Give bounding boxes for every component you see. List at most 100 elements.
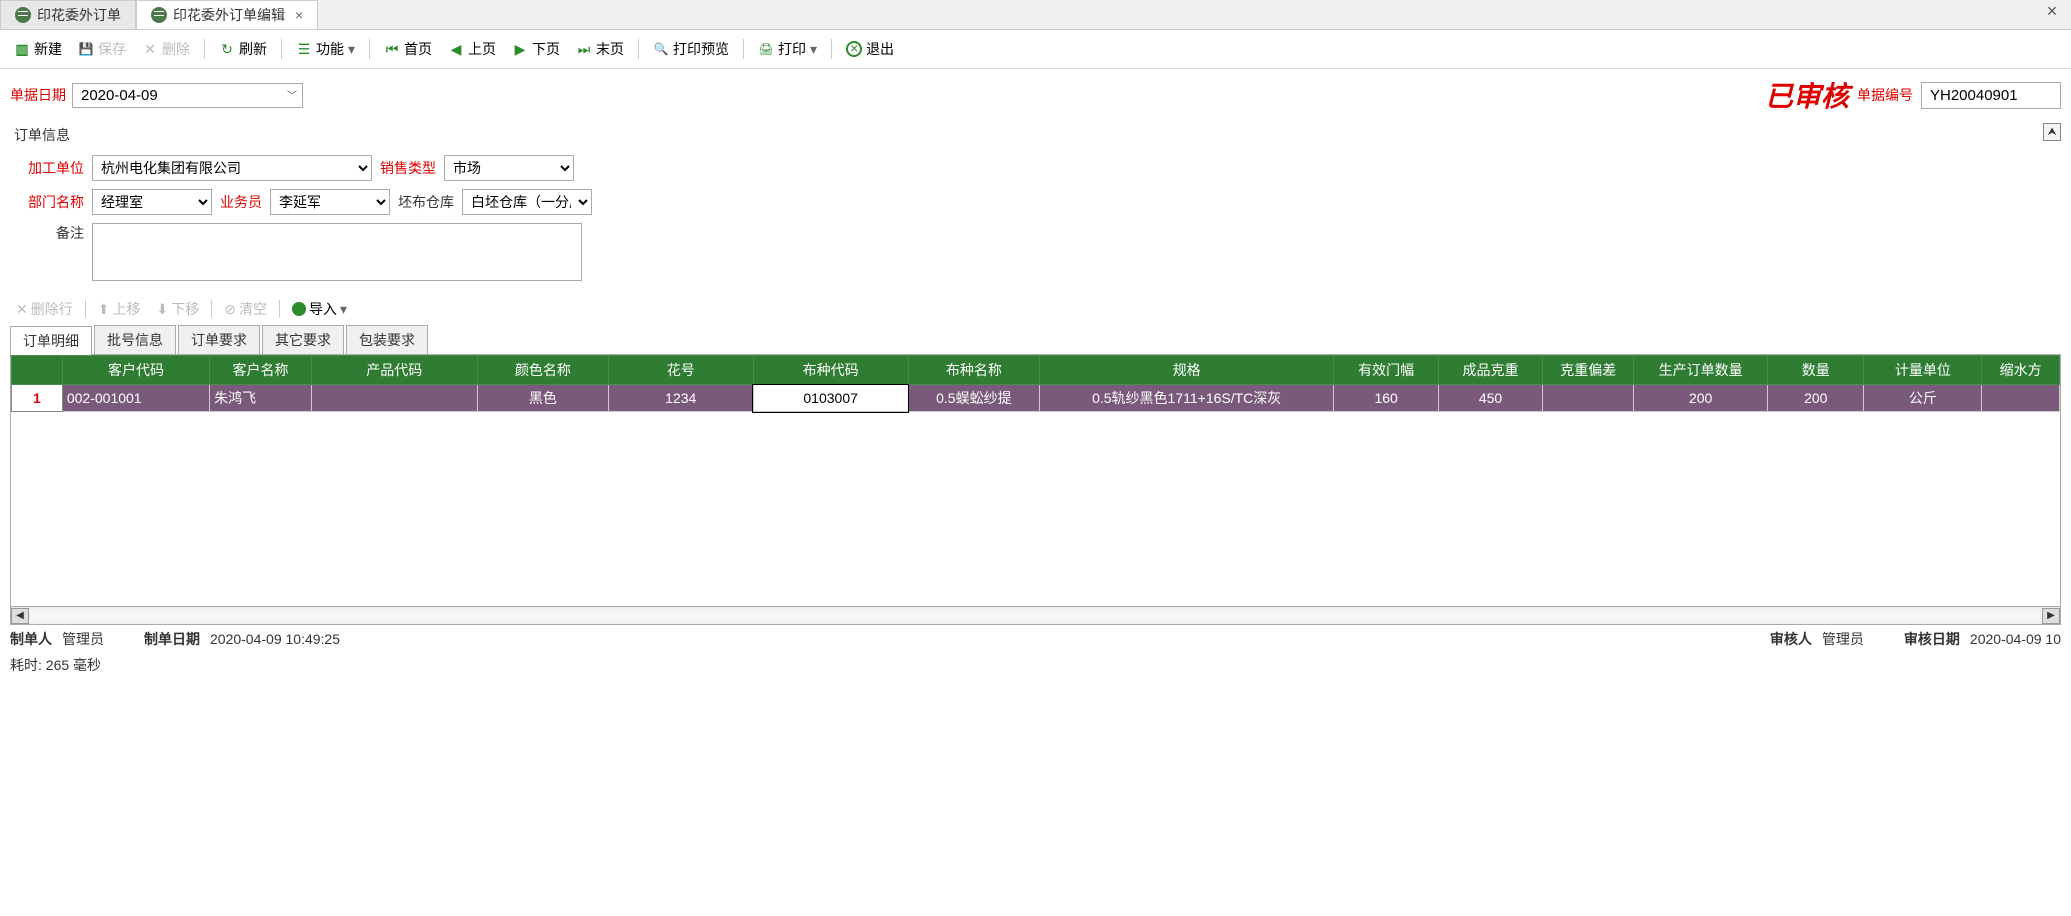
detail-grid[interactable]: 客户代码客户名称产品代码颜色名称花号布种代码布种名称规格有效门幅成品克重克重偏差… — [11, 355, 2060, 412]
tab-batch[interactable]: 批号信息 — [94, 325, 176, 354]
save-button[interactable]: 保存 — [72, 36, 132, 62]
doc-date-input[interactable] — [72, 83, 303, 108]
col-header[interactable]: 规格 — [1039, 356, 1333, 385]
cell[interactable]: 002-001001 — [62, 385, 209, 412]
move-up-button[interactable]: ⬆上移 — [92, 297, 147, 321]
scroll-left-icon[interactable]: ◀ — [11, 608, 29, 624]
new-button[interactable]: ▥新建 — [8, 36, 68, 62]
col-header[interactable]: 计量单位 — [1864, 356, 1982, 385]
tab-label: 印花委外订单 — [37, 5, 121, 25]
col-header[interactable]: 克重偏差 — [1543, 356, 1634, 385]
cell[interactable]: 200 — [1634, 385, 1768, 412]
detail-tabs: 订单明细 批号信息 订单要求 其它要求 包装要求 — [10, 325, 2061, 355]
salesman-select[interactable]: 李延军 — [270, 189, 390, 215]
cell[interactable]: 0103007 — [753, 385, 908, 412]
create-date-value: 2020-04-09 10:49:25 — [210, 631, 340, 647]
delete-row-button[interactable]: ✕删除行 — [10, 297, 79, 321]
audit-date-label: 审核日期 — [1904, 629, 1960, 649]
last-page-button[interactable]: 末页 — [570, 36, 630, 62]
cell[interactable]: 160 — [1334, 385, 1438, 412]
panel-title: 订单信息 — [10, 127, 74, 143]
col-header[interactable]: 成品克重 — [1438, 356, 1542, 385]
scroll-track[interactable] — [29, 609, 2042, 623]
dept-select[interactable]: 经理室 — [92, 189, 212, 215]
separator — [831, 39, 832, 59]
remark-textarea[interactable] — [92, 223, 582, 281]
cell[interactable]: 公斤 — [1864, 385, 1982, 412]
process-unit-select[interactable]: 杭州电化集团有限公司 — [92, 155, 372, 181]
separator — [281, 39, 282, 59]
col-header[interactable]: 客户代码 — [62, 356, 209, 385]
scroll-right-icon[interactable]: ▶ — [2042, 608, 2060, 624]
next-icon — [512, 41, 528, 57]
refresh-icon — [219, 41, 235, 57]
tab-order-req[interactable]: 订单要求 — [178, 325, 260, 354]
col-header[interactable]: 产品代码 — [311, 356, 477, 385]
col-header[interactable]: 花号 — [608, 356, 753, 385]
cell[interactable]: 黑色 — [477, 385, 608, 412]
print-preview-button[interactable]: 打印预览 — [647, 36, 735, 62]
new-icon: ▥ — [14, 41, 30, 57]
remark-label: 备注 — [18, 223, 84, 243]
col-header[interactable]: 颜色名称 — [477, 356, 608, 385]
cell[interactable] — [311, 385, 477, 412]
up-icon: ⬆ — [98, 301, 110, 318]
cell[interactable]: 0.5轨纱黑色1711+16S/TC深灰 — [1039, 385, 1333, 412]
col-header[interactable]: 客户名称 — [210, 356, 312, 385]
tab-other-req[interactable]: 其它要求 — [262, 325, 344, 354]
status-bar: 耗时: 265 毫秒 — [0, 653, 2071, 677]
next-page-button[interactable]: 下页 — [506, 36, 566, 62]
separator — [211, 300, 212, 318]
separator — [279, 300, 280, 318]
col-header[interactable]: 布种代码 — [753, 356, 908, 385]
prev-page-button[interactable]: 上页 — [442, 36, 502, 62]
detail-grid-wrap: 客户代码客户名称产品代码颜色名称花号布种代码布种名称规格有效门幅成品克重克重偏差… — [10, 355, 2061, 625]
delete-button[interactable]: 删除 — [136, 36, 196, 62]
sale-type-select[interactable]: 市场 — [444, 155, 574, 181]
cell[interactable]: 朱鸿飞 — [210, 385, 312, 412]
horizontal-scrollbar[interactable]: ◀ ▶ — [11, 606, 2060, 624]
last-icon — [576, 41, 592, 57]
tab-pack-req[interactable]: 包装要求 — [346, 325, 428, 354]
cell[interactable]: 1234 — [608, 385, 753, 412]
creator-label: 制单人 — [10, 629, 52, 649]
doc-no-input[interactable] — [1921, 82, 2061, 109]
first-page-button[interactable]: 首页 — [378, 36, 438, 62]
footer-bar: 制单人 管理员 制单日期 2020-04-09 10:49:25 审核人 管理员… — [0, 625, 2071, 653]
table-row[interactable]: 1002-001001朱鸿飞 黑色123401030070.5蜈蚣纱提0.5轨纱黑… — [12, 385, 2060, 412]
cell[interactable] — [1982, 385, 2060, 412]
order-info-panel: 订单信息 ⮝ 加工单位 杭州电化集团有限公司 销售类型 市场 部门名称 经理室 … — [10, 125, 2061, 285]
col-header[interactable]: 有效门幅 — [1334, 356, 1438, 385]
audited-stamp: 已审核 — [1765, 75, 1849, 115]
exit-button[interactable]: 退出 — [840, 36, 900, 62]
move-down-button[interactable]: ⬇下移 — [150, 297, 205, 321]
separator — [638, 39, 639, 59]
col-header[interactable]: 生产订单数量 — [1634, 356, 1768, 385]
create-date-label: 制单日期 — [144, 629, 200, 649]
import-button[interactable]: 导入 — [286, 297, 353, 321]
col-header[interactable]: 数量 — [1768, 356, 1864, 385]
down-icon: ⬇ — [156, 301, 168, 318]
tab-order-edit[interactable]: 印花委外订单编辑 × — [136, 0, 318, 29]
col-header[interactable]: 缩水方 — [1982, 356, 2060, 385]
clear-button[interactable]: ⊘清空 — [218, 297, 273, 321]
auditor-value: 管理员 — [1822, 629, 1864, 649]
tab-order-list[interactable]: 印花委外订单 — [0, 0, 136, 29]
cell[interactable]: 0.5蜈蚣纱提 — [908, 385, 1039, 412]
warehouse-select[interactable]: 白坯仓库（一分厂 — [462, 189, 592, 215]
collapse-icon[interactable]: ⮝ — [2043, 123, 2061, 141]
refresh-button[interactable]: 刷新 — [213, 36, 273, 62]
functions-button[interactable]: ☰功能 — [290, 36, 361, 62]
row-number[interactable]: 1 — [12, 385, 63, 412]
process-unit-label: 加工单位 — [18, 158, 84, 178]
save-icon — [78, 41, 94, 57]
close-all-icon[interactable]: × — [2043, 2, 2061, 20]
list-icon: ☰ — [296, 41, 312, 57]
close-icon[interactable]: × — [295, 7, 303, 23]
cell[interactable]: 200 — [1768, 385, 1864, 412]
print-button[interactable]: 打印 — [752, 36, 823, 62]
cell[interactable] — [1543, 385, 1634, 412]
col-header[interactable]: 布种名称 — [908, 356, 1039, 385]
cell[interactable]: 450 — [1438, 385, 1542, 412]
tab-detail[interactable]: 订单明细 — [10, 326, 92, 355]
